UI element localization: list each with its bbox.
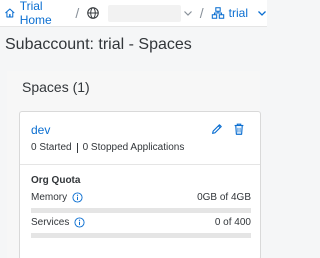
subaccount-crumb[interactable]: trial xyxy=(211,6,248,20)
services-value: 0 of 400 xyxy=(214,217,251,228)
space-name-link[interactable]: dev xyxy=(31,123,50,137)
chevron-down-icon xyxy=(258,11,266,16)
memory-label-group: Memory xyxy=(31,192,83,203)
memory-quota-row: Memory 0GB of 4GB xyxy=(31,192,251,203)
trial-home-label: Trial Home xyxy=(19,0,52,27)
page: Trial Home / / trial Subaccount: trial -… xyxy=(0,0,267,258)
globe-icon xyxy=(87,7,99,19)
edit-icon[interactable] xyxy=(210,122,224,136)
status-divider xyxy=(76,142,78,153)
services-progress-bar xyxy=(31,233,251,238)
info-icon[interactable] xyxy=(74,217,85,228)
region-select[interactable] xyxy=(108,4,181,22)
breadcrumb-separator: / xyxy=(199,5,204,21)
memory-value: 0GB of 4GB xyxy=(197,192,251,203)
services-label: Services xyxy=(31,217,70,228)
services-label-group: Services xyxy=(31,217,85,228)
memory-progress-bar xyxy=(31,208,251,213)
info-icon[interactable] xyxy=(72,192,83,203)
region-globe xyxy=(86,6,100,20)
region-dropdown-toggle[interactable] xyxy=(183,8,193,18)
trial-home-link[interactable]: Trial Home xyxy=(4,0,68,27)
stopped-count: 0 Stopped Applications xyxy=(82,142,185,153)
breadcrumb-separator: / xyxy=(75,5,80,21)
space-card[interactable]: dev 0 Started 0 Stopped Applications Org… xyxy=(19,111,261,258)
started-count: 0 Started xyxy=(31,142,72,153)
subaccount-icon xyxy=(211,7,224,19)
services-quota-row: Services 0 of 400 xyxy=(31,217,251,228)
subaccount-label: trial xyxy=(228,6,248,20)
applications-status: 0 Started 0 Stopped Applications xyxy=(31,142,184,153)
spaces-panel: Spaces (1) dev 0 Started 0 Stopped Appli… xyxy=(7,71,261,258)
home-icon xyxy=(5,8,15,18)
delete-icon[interactable] xyxy=(232,122,246,136)
subaccount-dropdown-toggle[interactable] xyxy=(257,8,267,18)
card-divider xyxy=(20,164,260,165)
memory-label: Memory xyxy=(31,192,68,203)
spaces-header: Spaces (1) xyxy=(22,79,90,95)
page-title: Subaccount: trial - Spaces xyxy=(5,36,192,53)
chevron-down-icon xyxy=(183,11,192,16)
top-navigation-bar: Trial Home / / trial xyxy=(0,0,267,27)
org-quota-title: Org Quota xyxy=(31,175,81,186)
